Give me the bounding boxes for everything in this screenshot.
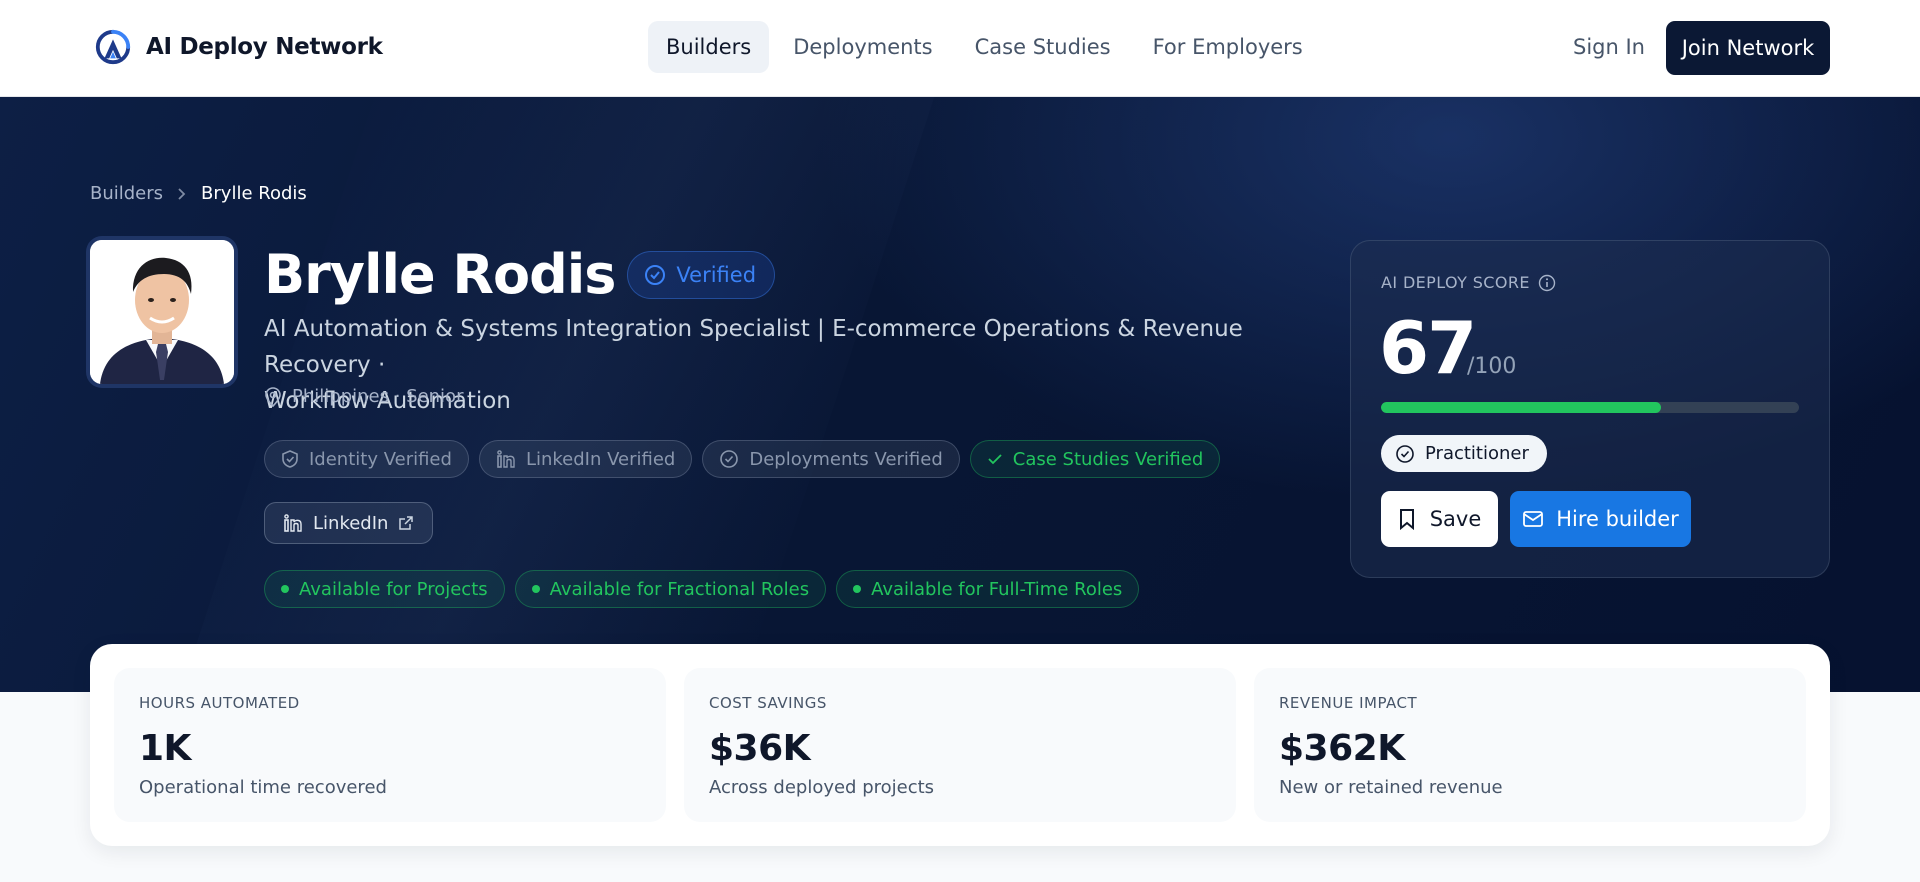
nav-link-builders[interactable]: Builders — [648, 21, 770, 73]
save-label: Save — [1429, 507, 1482, 531]
info-icon[interactable] — [1538, 274, 1556, 292]
chip-label: Case Studies Verified — [1012, 448, 1204, 470]
metric-value: $36K — [709, 728, 811, 769]
chip-identity-verified: Identity Verified — [264, 440, 469, 478]
verified-badge: Verified — [627, 250, 776, 299]
check-circle-icon — [720, 450, 739, 468]
ai-deploy-score-card: AI DEPLOY SCORE 67 /100 Practitioner Sav… — [1350, 240, 1830, 578]
availability-chips: Available for Projects Available for Fra… — [264, 570, 1140, 608]
metric-subtext: Across deployed projects — [709, 777, 935, 798]
chip-label: Available for Projects — [299, 578, 488, 600]
score-label-row: AI DEPLOY SCORE — [1381, 273, 1556, 292]
status-dot — [853, 585, 862, 593]
save-button[interactable]: Save — [1381, 491, 1498, 547]
linkedin-icon — [284, 514, 302, 532]
nav-link-for-employers[interactable]: For Employers — [1135, 21, 1321, 73]
score-progress-fill — [1381, 402, 1662, 413]
location-row: Philippines · Senior — [264, 386, 463, 407]
metric-label: COST SAVINGS — [709, 694, 827, 712]
chip-available-projects: Available for Projects — [264, 570, 505, 608]
avatar-frame — [86, 236, 238, 388]
breadcrumb-builders[interactable]: Builders — [90, 183, 163, 204]
chip-label: Available for Full-Time Roles — [871, 578, 1123, 600]
metric-subtext: Operational time recovered — [139, 777, 387, 798]
score-value: 67 — [1379, 306, 1477, 390]
map-pin-icon — [265, 386, 281, 407]
hire-builder-button[interactable]: Hire builder — [1510, 491, 1691, 547]
chip-available-fractional: Available for Fractional Roles — [514, 570, 827, 608]
chevron-right-icon — [178, 187, 186, 200]
hire-label: Hire builder — [1556, 507, 1679, 531]
bookmark-icon — [1399, 509, 1414, 530]
avatar-portrait — [90, 240, 234, 384]
chip-available-full-time: Available for Full-Time Roles — [836, 570, 1140, 608]
metric-value: 1K — [139, 728, 191, 769]
top-nav: AI Deploy Network Builders Deployments C… — [0, 0, 1920, 97]
metric-label: REVENUE IMPACT — [1279, 694, 1418, 712]
tier-badge: Practitioner — [1381, 435, 1547, 472]
brand-name: AI Deploy Network — [146, 34, 383, 60]
verification-chips: Identity Verified LinkedIn Verified Depl… — [264, 440, 1221, 478]
chip-case-studies-verified: Case Studies Verified — [969, 440, 1221, 478]
nav-link-case-studies[interactable]: Case Studies — [957, 21, 1129, 73]
metric-value: $362K — [1279, 728, 1405, 769]
breadcrumb: Builders Brylle Rodis — [90, 183, 307, 204]
brand[interactable]: AI Deploy Network — [94, 28, 383, 66]
chip-label: Identity Verified — [309, 448, 452, 470]
profile-hero: Builders Brylle Rodis Brylle Rodis Verif… — [0, 97, 1920, 692]
chip-label: Deployments Verified — [749, 448, 943, 470]
social-links: LinkedIn — [264, 502, 434, 544]
linkedin-button[interactable]: LinkedIn — [264, 502, 434, 544]
linkedin-icon — [497, 450, 515, 468]
impact-metrics: HOURS AUTOMATED 1K Operational time reco… — [90, 644, 1830, 846]
verified-check-icon — [645, 264, 666, 285]
check-icon — [988, 454, 1002, 465]
headline-line-1: AI Automation & Systems Integration Spec… — [264, 316, 1243, 378]
tier-label: Practitioner — [1425, 443, 1529, 464]
check-circle-icon — [1396, 444, 1414, 463]
brand-logo-icon — [95, 29, 131, 65]
join-network-button[interactable]: Join Network — [1666, 21, 1830, 75]
metric-subtext: New or retained revenue — [1279, 777, 1503, 798]
external-link-icon — [399, 516, 414, 530]
avatar — [90, 240, 234, 384]
shield-icon — [282, 450, 298, 468]
chip-label: LinkedIn Verified — [525, 448, 676, 470]
chip-deployments-verified: Deployments Verified — [702, 440, 960, 478]
score-label: AI DEPLOY SCORE — [1381, 273, 1530, 292]
sign-in-link[interactable]: Sign In — [1573, 35, 1645, 59]
mail-icon — [1523, 511, 1544, 527]
chip-linkedin-verified: LinkedIn Verified — [478, 440, 693, 478]
profile-name: Brylle Rodis — [264, 243, 616, 306]
location-text: Philippines · Senior — [292, 386, 464, 407]
score-max: /100 — [1467, 354, 1517, 379]
linkedin-label: LinkedIn — [313, 512, 389, 534]
nav-link-deployments[interactable]: Deployments — [775, 21, 950, 73]
metric-revenue-impact: REVENUE IMPACT $362K New or retained rev… — [1254, 668, 1806, 822]
status-dot — [281, 585, 289, 593]
score-progress-bar — [1381, 402, 1799, 413]
metric-hours-automated: HOURS AUTOMATED 1K Operational time reco… — [114, 668, 666, 822]
verified-label: Verified — [676, 262, 757, 287]
name-row: Brylle Rodis Verified — [264, 243, 776, 306]
nav-links: Builders Deployments Case Studies For Em… — [648, 21, 1327, 73]
breadcrumb-current: Brylle Rodis — [201, 183, 307, 204]
chip-label: Available for Fractional Roles — [549, 578, 810, 600]
metric-label: HOURS AUTOMATED — [139, 694, 300, 712]
metric-cost-savings: COST SAVINGS $36K Across deployed projec… — [684, 668, 1236, 822]
status-dot — [531, 585, 540, 593]
